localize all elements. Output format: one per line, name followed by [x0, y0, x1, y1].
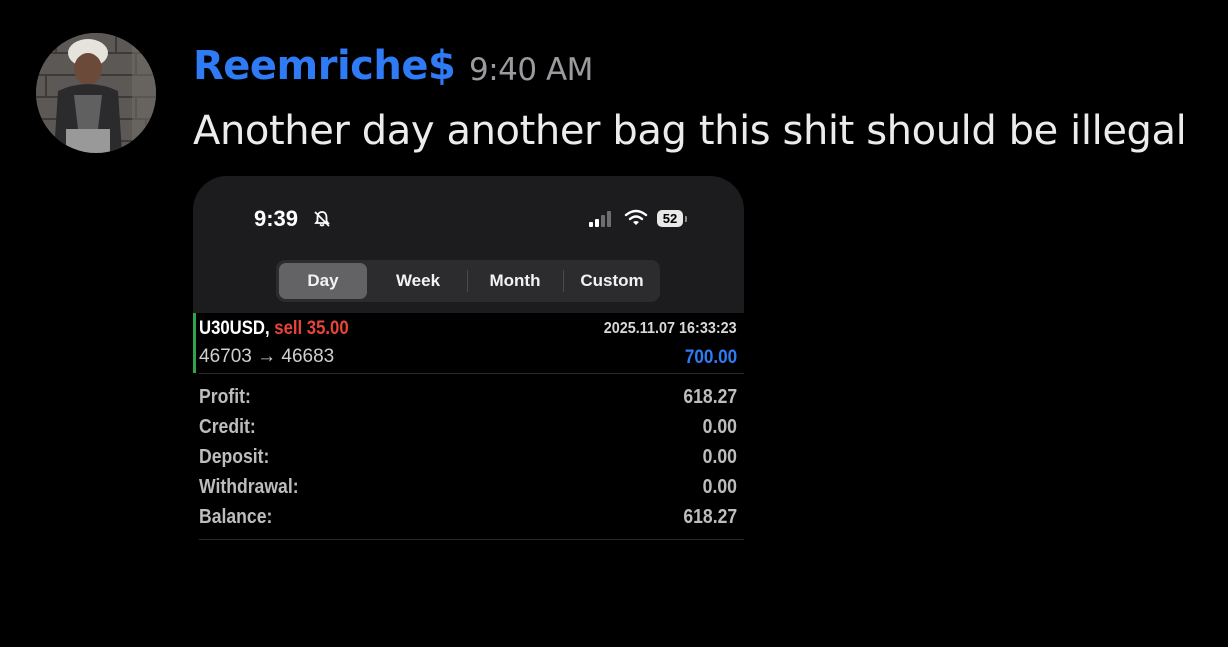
tab-month[interactable]: Month [469, 260, 561, 302]
summary-value: 0.00 [702, 476, 737, 498]
summary-row-profit: Profit: 618.27 [193, 382, 744, 412]
segment-divider [467, 270, 468, 292]
summary-row-balance: Balance: 618.27 [193, 502, 744, 532]
summary-label: Balance: [199, 506, 273, 528]
message-text: Another day another bag this shit should… [193, 108, 1187, 154]
summary-label: Credit: [199, 416, 256, 438]
trade-profit: 700.00 [684, 347, 737, 368]
summary-label: Profit: [199, 386, 251, 408]
summary-value: 618.27 [683, 386, 737, 408]
battery-icon: 52 [657, 210, 683, 227]
avatar-photo [36, 33, 156, 153]
divider [199, 539, 744, 540]
chat-view: Reemriche$ 9:40 AM Another day another b… [0, 0, 1228, 647]
username[interactable]: Reemriche$ [193, 40, 456, 92]
summary-row-deposit: Deposit: 0.00 [193, 442, 744, 472]
wifi-icon [624, 209, 648, 225]
summary-value: 618.27 [683, 506, 737, 528]
bell-slash-icon [314, 211, 330, 227]
avatar[interactable] [36, 33, 156, 153]
trade-row[interactable]: U30USD, sell 35.00 2025.11.07 16:33:23 4… [193, 313, 744, 373]
cellular-signal-icon [589, 211, 611, 227]
trade-symbol: U30USD, [199, 318, 270, 339]
summary-row-withdrawal: Withdrawal: 0.00 [193, 472, 744, 502]
tab-day[interactable]: Day [279, 263, 367, 299]
trade-header: U30USD, sell 35.00 [199, 316, 349, 342]
trade-datetime: 2025.11.07 16:33:23 [604, 320, 737, 337]
summary-value: 0.00 [702, 446, 737, 468]
battery-tip [685, 216, 687, 222]
status-time: 9:39 [254, 206, 299, 231]
tab-week[interactable]: Week [372, 260, 464, 302]
trade-accent-bar [193, 313, 196, 373]
period-segmented-control: Day Week Month Custom [276, 260, 660, 302]
summary-label: Deposit: [199, 446, 270, 468]
image-attachment[interactable]: 9:39 52 Day Week Month Custom U30USD, se… [193, 176, 744, 540]
divider [199, 373, 744, 374]
message-timestamp: 9:40 AM [469, 52, 593, 88]
summary-row-credit: Credit: 0.00 [193, 412, 744, 442]
summary-value: 0.00 [702, 416, 737, 438]
trade-prices: 46703 → 46683 [199, 346, 335, 367]
trade-side: sell 35.00 [274, 318, 349, 339]
segment-divider [563, 270, 564, 292]
app-header: 9:39 52 Day Week Month Custom [193, 176, 744, 313]
summary-label: Withdrawal: [199, 476, 299, 498]
tab-custom[interactable]: Custom [566, 260, 658, 302]
